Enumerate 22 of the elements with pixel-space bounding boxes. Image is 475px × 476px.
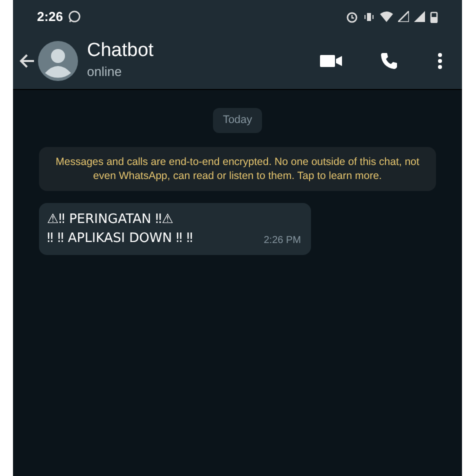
contact-status: online xyxy=(87,63,123,82)
contact-name: Chatbot xyxy=(87,40,155,62)
date-chip: Today xyxy=(212,108,262,132)
message-text: ‼ ‼ APLIKASI DOWN ‼ ‼ xyxy=(47,230,193,248)
wifi-icon xyxy=(380,10,393,22)
vibrate-icon xyxy=(363,10,375,22)
back-arrow-icon[interactable] xyxy=(19,53,35,69)
message-text: ⚠‼ PERINGATAN ‼⚠ xyxy=(47,210,174,228)
alarm-icon xyxy=(346,10,358,22)
more-options-icon[interactable] xyxy=(438,53,442,69)
signal-icon xyxy=(398,11,409,22)
whatsapp-icon xyxy=(68,10,82,23)
message-time: 2:26 PM xyxy=(264,234,301,248)
avatar-icon[interactable] xyxy=(38,41,78,81)
status-time: 2:26 xyxy=(37,8,64,26)
signal-icon xyxy=(414,11,425,22)
video-call-icon[interactable] xyxy=(320,54,342,68)
phone-icon[interactable] xyxy=(380,52,398,70)
message-bubble[interactable]: ⚠‼ PERINGATAN ‼⚠ ‼ ‼ APLIKASI DOWN ‼ ‼ 2:26 PM xyxy=(39,202,311,254)
battery-icon xyxy=(430,10,438,22)
encryption-notice-text: Messages and calls are end-to-end encrypted. No one outside of this chat, not even WhatsApp, can read or listen to them. Tap to learn more. xyxy=(54,154,420,182)
encryption-notice[interactable]: Messages and calls are end-to-end encrypted. No one outside of this chat, not even WhatsApp, can read or listen to them. Tap to learn more. xyxy=(39,146,436,190)
